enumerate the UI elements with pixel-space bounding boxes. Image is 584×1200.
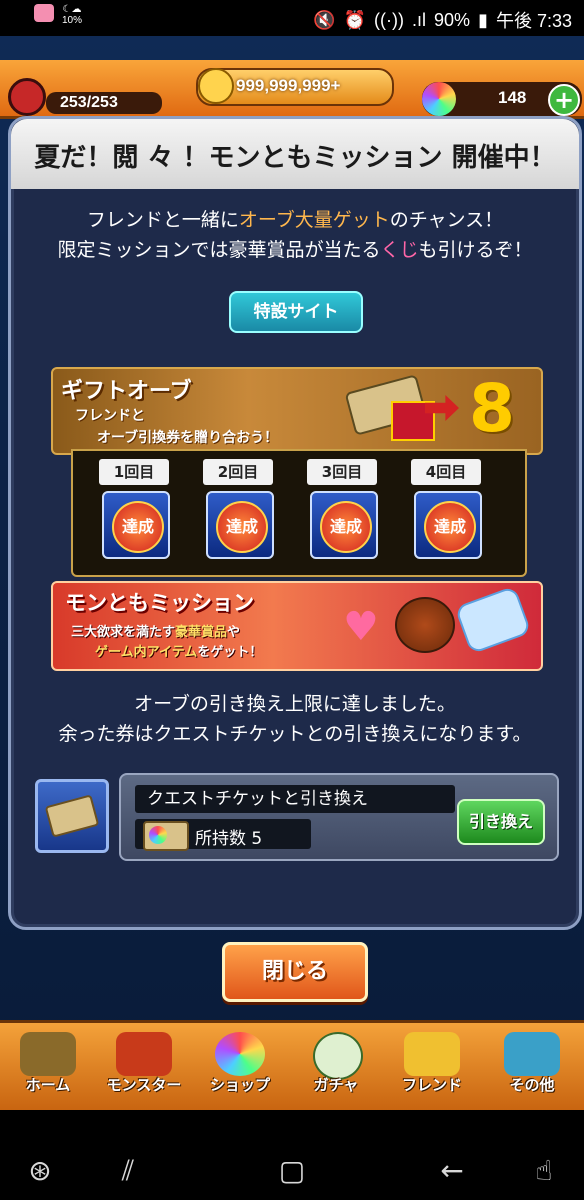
attempt-2-badge: 達成: [206, 491, 274, 559]
event-modal: 夏だ！閲 々 ！モンともミッション 開催中！ フレンドと一緒にオーブ大量ゲットの…: [8, 116, 582, 930]
close-button[interactable]: 閉じる: [222, 942, 368, 1002]
orb-icon: [149, 826, 167, 844]
orb-icon: [422, 82, 456, 116]
gacha-egg-icon: [313, 1032, 363, 1080]
owned-count: 所持数 5: [195, 829, 263, 849]
shop-orb-icon: [215, 1032, 265, 1076]
hearts-icon: ♥: [343, 604, 379, 650]
mission-subtitle-1: 三大欲求を満たす豪華賞品や: [71, 621, 240, 640]
modal-title: 夏だ！閲 々 ！モンともミッション 開催中！: [34, 143, 556, 173]
meat-icon: [395, 597, 455, 653]
description-line-1: フレンドと一緒にオーブ大量ゲットのチャンス！: [11, 205, 579, 235]
nav-friend[interactable]: フレンド: [388, 1030, 476, 1100]
nav-friend-label: フレンド: [401, 1076, 462, 1094]
desc-highlight-lottery: くじ: [380, 239, 419, 261]
achieved-seal: 達成: [320, 501, 372, 553]
attempt-3-badge: 達成: [310, 491, 378, 559]
notice-line-1: オーブの引き換え上限に達しました。: [134, 693, 456, 715]
gold-coin-icon: [198, 68, 234, 104]
monster-icon: [116, 1032, 172, 1076]
event-description: フレンドと一緒にオーブ大量ゲットのチャンス！ 限定ミッションでは豪華賞品が当たる…: [11, 205, 579, 265]
attempt-4-label: 4回目: [411, 459, 481, 485]
mute-icon: 🔇: [313, 9, 336, 30]
gift-orb-subtitle-1: フレンドと: [75, 408, 145, 424]
gift-orb-title: ギフトオーブ: [61, 379, 192, 404]
attempt-2-label: 2回目: [203, 459, 273, 485]
attempt-1-label: 1回目: [99, 459, 169, 485]
signal-icon: .ıl: [412, 9, 427, 30]
back-icon[interactable]: ←: [432, 1154, 472, 1187]
add-orb-button[interactable]: +: [548, 84, 580, 116]
orb-count-number: 8: [469, 370, 515, 447]
attempt-4-badge: 達成: [414, 491, 482, 559]
mission-text: をゲット！: [197, 645, 263, 660]
notice-line-2: 余った券はクエストチケットとの引き換えになります。: [58, 723, 532, 745]
stamina-icon: [8, 78, 46, 116]
attempt-3-label: 3回目: [307, 459, 377, 485]
desc-highlight-orb: オーブ大量ゲット: [238, 209, 390, 231]
stamina-value: 253/253: [60, 94, 118, 111]
wifi-icon: ((·)): [374, 9, 404, 30]
moon-icon: ☾☁: [62, 4, 82, 15]
nav-monster[interactable]: モンスター: [100, 1030, 188, 1100]
nav-gacha-label: ガチャ: [313, 1076, 359, 1094]
mission-highlight: ゲーム内アイテム: [95, 645, 198, 660]
mission-title: モンともミッション: [65, 591, 254, 615]
clock: 午後 7:33: [495, 11, 572, 31]
orb-ticket-icon: [143, 821, 189, 851]
achieved-seal: 達成: [112, 501, 164, 553]
weather-indicator: ☾☁ 10%: [62, 4, 82, 26]
notification-app-icon: [34, 4, 54, 22]
description-line-2: 限定ミッションでは豪華賞品が当たるくじも引けるぞ！: [11, 235, 579, 265]
weather-percent: 10%: [62, 15, 83, 26]
mission-text: 三大欲求を満たす: [71, 625, 176, 640]
desc-text: のチャンス！: [389, 209, 504, 231]
nav-home-label: ホーム: [25, 1076, 71, 1094]
achieved-seal: 達成: [216, 501, 268, 553]
nav-home[interactable]: ホーム: [4, 1030, 92, 1100]
touch-icon[interactable]: ☝: [524, 1154, 564, 1187]
mission-text: や: [227, 625, 241, 640]
desc-text: 限定ミッションでは豪華賞品が当たる: [57, 239, 381, 261]
achieved-seal: 達成: [424, 501, 476, 553]
gold-amount: 999,999,999+: [236, 76, 341, 95]
nav-shop[interactable]: ショップ: [196, 1030, 284, 1100]
exchange-label: クエストチケットと引き換え: [135, 785, 455, 813]
desc-text: も引けるぞ！: [418, 239, 533, 261]
game-tools-icon[interactable]: ⊛: [20, 1154, 60, 1187]
home-button-icon[interactable]: ▢: [272, 1154, 312, 1187]
mission-subtitle-2: ゲーム内アイテムをゲット！: [95, 641, 262, 660]
home-icon: [20, 1032, 76, 1076]
nav-other[interactable]: その他: [488, 1030, 576, 1100]
nav-gacha[interactable]: ガチャ: [292, 1030, 380, 1100]
battery-percent: 90%: [434, 9, 471, 30]
battery-icon: ▮: [478, 9, 488, 30]
nav-shop-label: ショップ: [209, 1076, 270, 1094]
gift-orb-subtitle-2: オーブ引換券を贈り合おう！: [97, 430, 279, 446]
quest-ticket-slot: [35, 779, 109, 853]
mission-highlight: 豪華賞品: [175, 625, 228, 640]
desc-text: フレンドと一緒に: [86, 209, 239, 231]
exchange-button[interactable]: 引き換え: [457, 799, 545, 845]
nav-other-label: その他: [509, 1076, 555, 1094]
recent-apps-icon[interactable]: ⫽: [108, 1154, 148, 1188]
special-site-button[interactable]: 特設サイト: [229, 291, 363, 333]
nav-monster-label: モンスター: [106, 1076, 182, 1094]
exchange-limit-notice: オーブの引き換え上限に達しました。 余った券はクエストチケットとの引き換えになり…: [11, 689, 579, 749]
friend-icon: [404, 1032, 460, 1076]
attempt-1-badge: 達成: [102, 491, 170, 559]
orb-count: 148: [498, 88, 527, 107]
android-status-bar: ☾☁ 10% 🔇 ⏰ ((·)) .ıl 90% ▮ 午後 7:33: [0, 0, 584, 36]
ticket-icon: [44, 794, 100, 838]
other-icon: [504, 1032, 560, 1076]
alarm-icon: ⏰: [343, 9, 367, 30]
